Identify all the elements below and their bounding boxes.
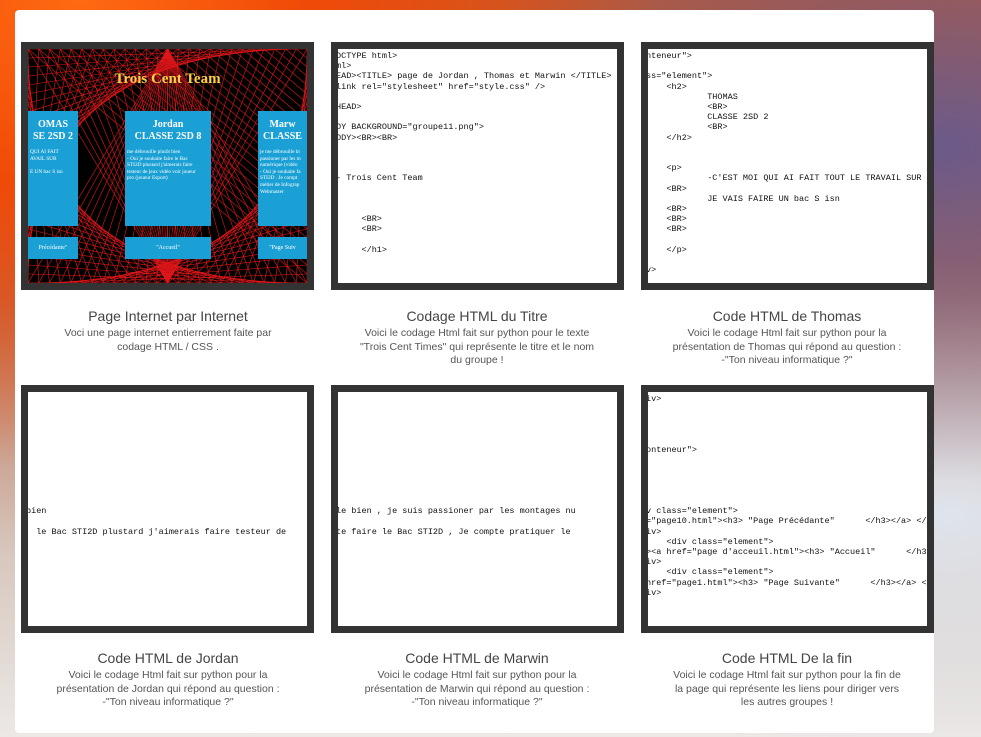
site-panel-text: QUI AI FAIT AVAIL SUR E UN bac S isn — [30, 149, 63, 175]
caption-fin: Code HTML De la fin Voici le codage Html… — [647, 649, 927, 710]
caption-line: du groupe ! — [450, 354, 504, 366]
caption-line: Voici le codage Html fait sur python pou… — [377, 669, 577, 681]
site-heading: Trois Cent Team — [114, 71, 221, 87]
caption-line: Voci une page internet entierrement fait… — [64, 327, 272, 339]
caption-line: présentation de Thomas qui répond au que… — [672, 340, 902, 353]
caption-line: Voici le codage Html fait sur python pou… — [68, 669, 268, 681]
caption-description: Voici le codage Html fait sur python pou… — [647, 669, 927, 710]
caption-line: "Trois Cent Times" qui représente le tit… — [359, 340, 595, 353]
site-panel-name: Marw CLASSE — [263, 119, 302, 142]
gallery-thumb-marwin[interactable]: le bien , je suis passioner par les mont… — [331, 385, 624, 633]
caption-marwin: Code HTML de Marwin Voici le codage Html… — [337, 649, 617, 710]
caption-line: présentation de Marwin qui répond au que… — [364, 682, 590, 695]
caption-description: Voci une page internet entierrement fait… — [28, 327, 308, 354]
caption-line: Voici le codage Html fait sur python pou… — [364, 327, 590, 339]
caption-line: Voici le codage Html fait sur python pou… — [687, 327, 887, 339]
gallery-thumb-fin[interactable]: iv> onteneur"> v class="element"> ="page… — [641, 385, 934, 633]
caption-line: codage HTML / CSS . — [117, 340, 219, 353]
caption-title[interactable]: Code HTML de Marwin — [337, 649, 617, 667]
caption-description: Voici le codage Html fait sur python pou… — [647, 327, 927, 368]
caption-title[interactable]: Code HTML De la fin — [647, 649, 927, 667]
site-panel-name: Jordan CLASSE 2SD 8 — [134, 119, 202, 142]
code-snippet: le bien , je suis passioner par les mont… — [336, 506, 576, 537]
caption-line: les autres groupes ! — [740, 696, 834, 708]
gallery-thumb-thomas[interactable]: nteneur"> ss="element"> <h2> THOMAS <BR>… — [641, 42, 934, 290]
caption-line: -"Ton niveau informatique ?" — [102, 696, 234, 708]
gallery-thumb-page-internet[interactable]: Trois Cent Team OMAS SE 2SD 2 QUI AI FAI… — [21, 42, 314, 290]
gallery-thumb-codage-titre[interactable]: OCTYPE html> ml> EAD><TITLE> page de Jor… — [331, 42, 624, 290]
code-snippet: bien le Bac STI2D plustard j'aimerais fa… — [26, 506, 287, 537]
site-panel-jordan: Jordan CLASSE 2SD 8 me débrouille plutôt… — [125, 111, 211, 226]
caption-description: Voici le codage Html fait sur python pou… — [28, 669, 308, 710]
caption-codage-titre: Codage HTML du Titre Voici le codage Htm… — [337, 307, 617, 368]
site-button-previous: Précédante" — [28, 237, 78, 259]
caption-jordan: Code HTML de Jordan Voici le codage Html… — [28, 649, 308, 710]
site-button-home: "Accueil" — [125, 237, 211, 259]
caption-description: Voici le codage Html fait sur python pou… — [337, 327, 617, 368]
caption-page-internet: Page Internet par Internet Voci une page… — [28, 307, 308, 354]
caption-line: Voici le codage Html fait sur python pou… — [673, 669, 901, 681]
site-panel-name: OMAS SE 2SD 2 — [32, 119, 73, 142]
caption-line: présentation de Jordan qui répond au que… — [56, 682, 280, 695]
caption-title[interactable]: Code HTML de Thomas — [647, 307, 927, 325]
site-panel-text: me débrouille plutôt bien - Oui je souha… — [127, 149, 196, 182]
site-panel-thomas: OMAS SE 2SD 2 QUI AI FAIT AVAIL SUR E UN… — [28, 111, 78, 226]
code-snippet: nteneur"> ss="element"> <h2> THOMAS <BR>… — [646, 51, 932, 276]
caption-line: -"Ton niveau informatique ?" — [411, 696, 543, 708]
caption-title[interactable]: Codage HTML du Titre — [337, 307, 617, 325]
site-button-next: "Page Suiv — [258, 237, 307, 259]
website-preview: Trois Cent Team OMAS SE 2SD 2 QUI AI FAI… — [28, 49, 307, 283]
caption-line: la page qui représente les liens pour di… — [674, 682, 900, 695]
caption-thomas: Code HTML de Thomas Voici le codage Html… — [647, 307, 927, 368]
caption-description: Voici le codage Html fait sur python pou… — [337, 669, 617, 710]
caption-line: -"Ton niveau informatique ?" — [721, 354, 853, 366]
caption-title[interactable]: Code HTML de Jordan — [28, 649, 308, 667]
gallery-card: Trois Cent Team OMAS SE 2SD 2 QUI AI FAI… — [15, 10, 934, 733]
gallery-thumb-jordan[interactable]: bien le Bac STI2D plustard j'aimerais fa… — [21, 385, 314, 633]
code-snippet: OCTYPE html> ml> EAD><TITLE> page de Jor… — [336, 51, 612, 255]
caption-title[interactable]: Page Internet par Internet — [28, 307, 308, 325]
code-snippet: iv> onteneur"> v class="element"> ="page… — [646, 394, 927, 598]
site-panel-text: je me débrouille bi passioner par les m … — [260, 149, 301, 195]
site-panel-marwin: Marw CLASSE je me débrouille bi passione… — [258, 111, 307, 226]
